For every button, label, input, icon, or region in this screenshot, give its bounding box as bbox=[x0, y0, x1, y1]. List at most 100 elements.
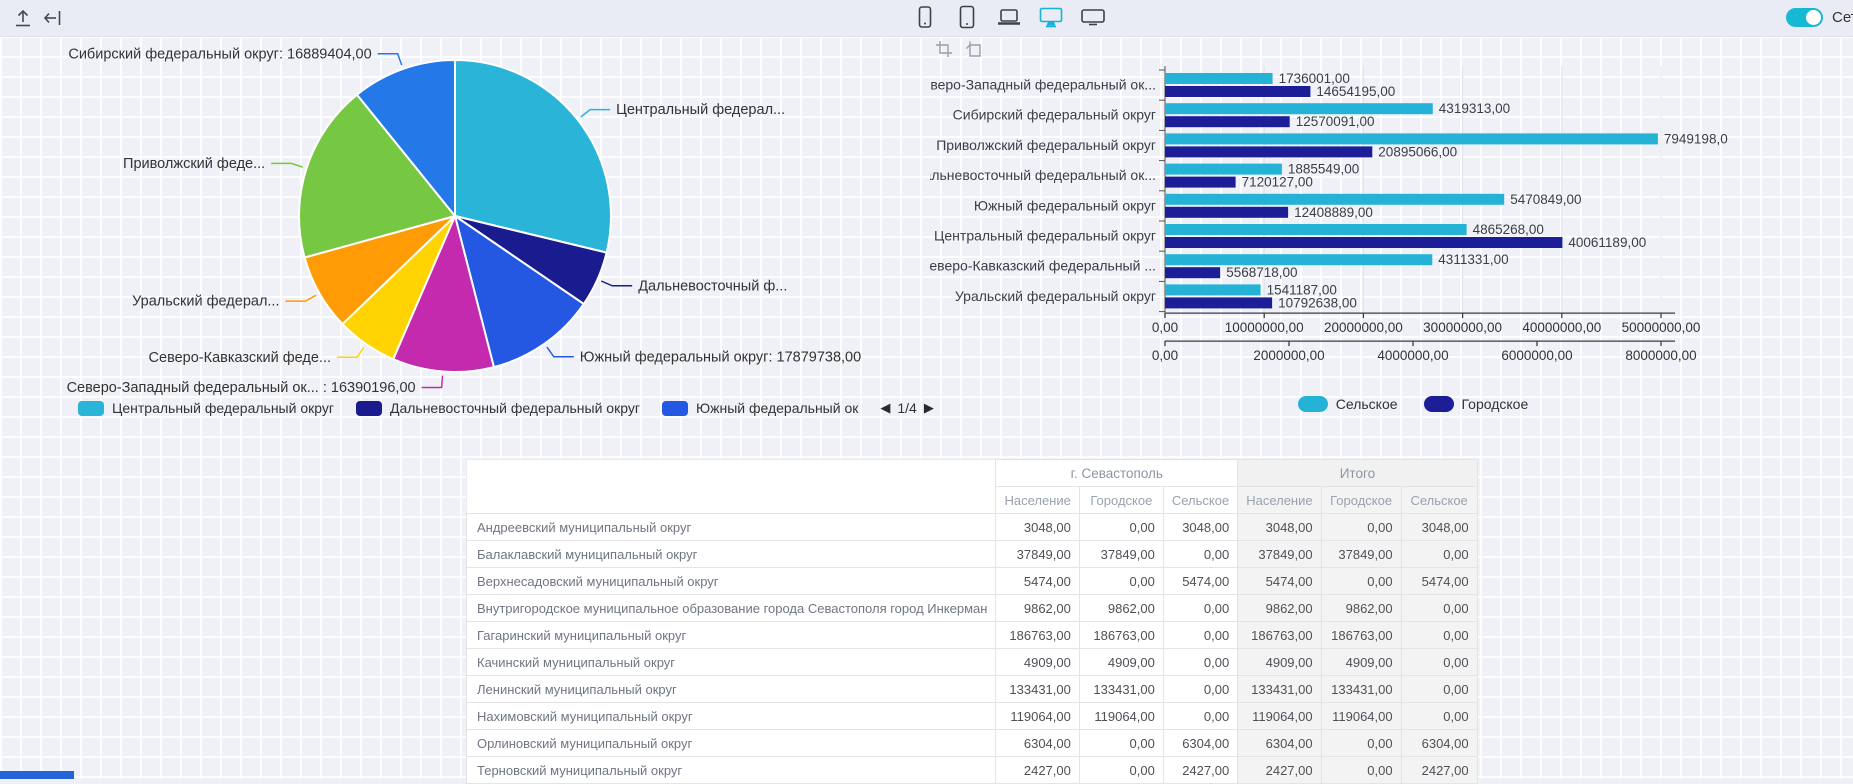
row-value-cell: 2427,00 bbox=[1238, 757, 1321, 784]
row-value-cell: 3048,00 bbox=[1238, 514, 1321, 541]
row-name-cell: Нахимовский муниципальный округ bbox=[467, 703, 996, 730]
table-column-header: Городское bbox=[1321, 487, 1401, 514]
row-value-cell: 119064,00 bbox=[1238, 703, 1321, 730]
table-row: Верхнесадовский муниципальный округ5474,… bbox=[467, 568, 1478, 595]
row-value-cell: 0,00 bbox=[1079, 730, 1163, 757]
legend-next-arrow[interactable]: ▶ bbox=[924, 400, 934, 416]
pie-callout-label: Сибирский федеральный округ: 16889404,00 bbox=[68, 46, 371, 62]
grid-toggle-switch[interactable] bbox=[1786, 8, 1823, 27]
row-name-cell: Балаклавский муниципальный округ bbox=[467, 541, 996, 568]
row-value-cell: 4909,00 bbox=[1321, 649, 1401, 676]
pie-callout-label: Южный федеральный округ: 17879738,00 bbox=[580, 349, 861, 365]
x-axis2-tick-label: 2000000,00 bbox=[1253, 348, 1324, 363]
row-value-cell: 6304,00 bbox=[996, 730, 1079, 757]
legend-swatch bbox=[78, 401, 104, 416]
pie-callout-line bbox=[547, 347, 574, 357]
pie-legend-item-0[interactable]: Центральный федеральный округ bbox=[78, 400, 334, 416]
pie-callout-label: Северо-Кавказский феде... bbox=[149, 350, 331, 366]
row-value-cell: 4909,00 bbox=[1238, 649, 1321, 676]
bar-Сельское-4[interactable] bbox=[1165, 194, 1504, 205]
bar-Сельское-5[interactable] bbox=[1165, 224, 1467, 235]
bar-Городское-4[interactable] bbox=[1165, 207, 1288, 218]
row-value-cell: 0,00 bbox=[1321, 730, 1401, 757]
bar-Сельское-3[interactable] bbox=[1165, 164, 1282, 175]
row-value-cell: 4909,00 bbox=[996, 649, 1079, 676]
desktop-icon[interactable] bbox=[1038, 4, 1064, 30]
bar-Сельское-0[interactable] bbox=[1165, 73, 1273, 84]
pie-legend-item-2[interactable]: Южный федеральный ок bbox=[662, 400, 858, 416]
row-value-cell: 119064,00 bbox=[996, 703, 1079, 730]
row-value-cell: 0,00 bbox=[1321, 514, 1401, 541]
bar-legend-item-0[interactable]: Сельское bbox=[1298, 396, 1398, 412]
bar-value-label: 4319313,00 bbox=[1439, 101, 1510, 116]
row-value-cell: 119064,00 bbox=[1321, 703, 1401, 730]
phone-icon[interactable] bbox=[912, 4, 938, 30]
bar-category-label: Северо-Кавказский федеральный ... bbox=[930, 258, 1156, 274]
bar-value-label: 5568718,00 bbox=[1226, 265, 1297, 280]
table-row: Гагаринский муниципальный округ 186763,00… bbox=[467, 622, 1478, 649]
legend-swatch bbox=[1424, 396, 1454, 412]
bar-value-label: 12408889,00 bbox=[1294, 205, 1373, 220]
bar-legend-item-1[interactable]: Городское bbox=[1424, 396, 1529, 412]
bar-Городское-7[interactable] bbox=[1165, 297, 1272, 308]
row-name-cell: Андреевский муниципальный округ bbox=[467, 514, 996, 541]
row-value-cell: 0,00 bbox=[1163, 541, 1237, 568]
row-value-cell: 0,00 bbox=[1163, 595, 1237, 622]
x-axis1-tick-label: 30000000,00 bbox=[1423, 320, 1502, 335]
bar-Сельское-7[interactable] bbox=[1165, 284, 1261, 295]
bar-Сельское-6[interactable] bbox=[1165, 254, 1432, 265]
table-column-header: Население bbox=[996, 487, 1079, 514]
row-value-cell: 37849,00 bbox=[1238, 541, 1321, 568]
pie-chart[interactable]: Центральный федерал...Дальневосточный ф.… bbox=[0, 36, 880, 431]
row-value-cell: 9862,00 bbox=[996, 595, 1079, 622]
population-table-wrap: г. СевастопольИтогоНаселениеГородскоеСел… bbox=[466, 459, 1478, 784]
row-value-cell: 0,00 bbox=[1401, 703, 1477, 730]
tablet-icon[interactable] bbox=[954, 4, 980, 30]
bar-Городское-6[interactable] bbox=[1165, 267, 1220, 278]
row-value-cell: 2427,00 bbox=[1401, 757, 1477, 784]
row-value-cell: 133431,00 bbox=[1238, 676, 1321, 703]
bar-Сельское-1[interactable] bbox=[1165, 103, 1433, 114]
row-value-cell: 6304,00 bbox=[1401, 730, 1477, 757]
table-column-header: Сельское bbox=[1163, 487, 1237, 514]
pie-callout-line bbox=[581, 110, 610, 117]
bar-Городское-0[interactable] bbox=[1165, 86, 1310, 97]
row-value-cell: 0,00 bbox=[1163, 676, 1237, 703]
row-value-cell: 4909,00 bbox=[1079, 649, 1163, 676]
row-value-cell: 5474,00 bbox=[1401, 568, 1477, 595]
table-row: Внутригородское муниципальное образовани… bbox=[467, 595, 1478, 622]
export-upload-icon[interactable] bbox=[12, 7, 34, 29]
row-value-cell: 0,00 bbox=[1401, 595, 1477, 622]
bar-value-label: 7120127,00 bbox=[1242, 175, 1313, 190]
bar-Городское-2[interactable] bbox=[1165, 146, 1372, 157]
row-value-cell: 0,00 bbox=[1321, 568, 1401, 595]
bar-Городское-1[interactable] bbox=[1165, 116, 1290, 127]
row-value-cell: 186763,00 bbox=[1079, 622, 1163, 649]
collapse-left-icon[interactable] bbox=[42, 7, 64, 29]
laptop-icon[interactable] bbox=[996, 4, 1022, 30]
device-preview-switcher bbox=[912, 4, 1106, 30]
grouped-bar-chart[interactable]: Северо-Западный федеральный ок...1736001… bbox=[930, 36, 1853, 386]
tv-icon[interactable] bbox=[1080, 4, 1106, 30]
row-name-cell: Качинский муниципальный округ bbox=[467, 649, 996, 676]
legend-label: Южный федеральный ок bbox=[696, 400, 858, 416]
row-value-cell: 2427,00 bbox=[1163, 757, 1237, 784]
bar-Сельское-2[interactable] bbox=[1165, 133, 1658, 144]
row-value-cell: 37849,00 bbox=[1321, 541, 1401, 568]
x-axis2-tick-label: 0,00 bbox=[1152, 348, 1178, 363]
row-value-cell: 0,00 bbox=[1401, 541, 1477, 568]
row-value-cell: 9862,00 bbox=[1238, 595, 1321, 622]
bottom-panel-edge bbox=[0, 771, 74, 779]
x-axis1-tick-label: 50000000,00 bbox=[1622, 320, 1701, 335]
row-value-cell: 0,00 bbox=[1079, 568, 1163, 595]
row-value-cell: 186763,00 bbox=[1321, 622, 1401, 649]
bar-value-label: 4311331,00 bbox=[1438, 252, 1508, 267]
bar-Городское-3[interactable] bbox=[1165, 177, 1236, 188]
row-value-cell: 9862,00 bbox=[1079, 595, 1163, 622]
legend-label: Центральный федеральный округ bbox=[112, 400, 334, 416]
legend-label: Дальневосточный федеральный округ bbox=[390, 400, 640, 416]
row-name-cell: Гагаринский муниципальный округ bbox=[467, 622, 996, 649]
pie-legend-item-1[interactable]: Дальневосточный федеральный округ bbox=[356, 400, 640, 416]
legend-prev-arrow[interactable]: ◀ bbox=[880, 400, 890, 416]
bar-Городское-5[interactable] bbox=[1165, 237, 1562, 248]
